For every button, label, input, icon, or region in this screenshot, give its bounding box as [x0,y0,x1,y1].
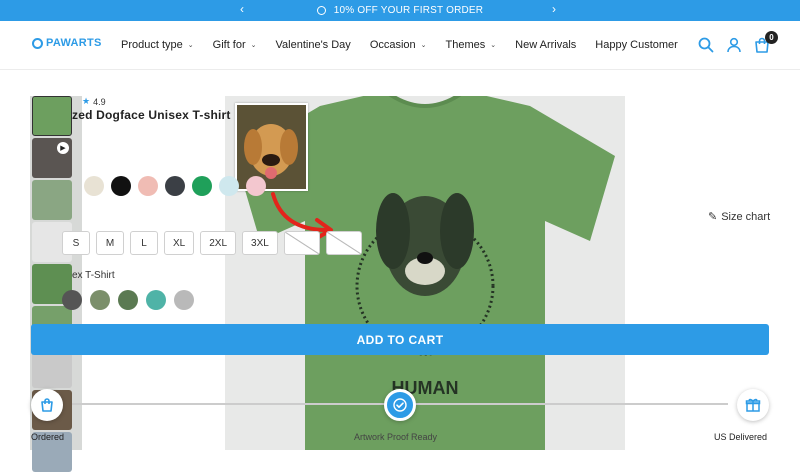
size-option[interactable]: M [96,231,124,255]
nav-item-label: Valentine's Day [275,39,351,51]
paw-logo-icon [32,37,43,49]
size-selector: S M L XL 2XL 3XL [62,231,362,255]
shopping-bag-icon [41,398,53,412]
nav-item-occasion[interactable]: Occasion ⌄ [370,39,427,51]
style-option-5[interactable] [174,290,194,310]
add-to-cart-button[interactable]: ADD TO CART [31,324,769,355]
account-icon[interactable] [726,37,742,53]
size-option[interactable]: L [130,231,158,255]
color-swatch-natural[interactable] [84,176,104,196]
size-option[interactable]: S [62,231,90,255]
color-swatch-light-blue[interactable] [219,176,239,196]
rating: ★ 4.9 [82,96,106,107]
delivered-step [737,389,769,421]
next-arrow-icon[interactable]: › [552,2,556,16]
thumbnail-3[interactable] [32,180,72,220]
style-option-3[interactable] [118,290,138,310]
nav-item-label: New Arrivals [515,39,577,51]
logo[interactable]: PAWARTS [32,37,102,49]
nav-item-label: Happy Customer [595,39,678,51]
tag-icon [316,6,326,15]
size-chart-link[interactable]: ✎ Size chart [708,210,771,224]
proof-label: Artwork Proof Ready [354,432,438,442]
nav-item-product-type[interactable]: Product type ⌄ [121,39,194,51]
size-option[interactable] [325,231,362,255]
nav-item-label: Occasion [369,39,416,51]
announcement-message: 10% OFF YOUR FIRST ORDER [316,5,484,16]
style-option-4[interactable] [146,290,166,310]
cart-count-badge: 0 [765,31,778,44]
size-option[interactable] [283,231,320,255]
color-swatches [84,176,266,196]
nav-item-label: Product type [121,39,183,51]
nav-item-label: Themes [445,39,486,51]
rating-value: 4.9 [93,96,106,107]
ordered-label: Ordered [31,432,65,442]
nav-item-happy-customer[interactable]: Happy Customer [595,39,678,51]
color-swatch-light-pink[interactable] [246,176,266,196]
style-options [62,290,194,310]
color-swatch-pink[interactable] [138,176,158,196]
nav-item-themes[interactable]: Themes ⌄ [446,39,497,51]
nav-item-valentine-s-day[interactable]: Valentine's Day [276,39,351,51]
chevron-down-icon: ⌄ [420,42,427,49]
nav-item-new-arrivals[interactable]: New Arrivals [515,39,576,51]
main-nav: Product type ⌄ Gift for ⌄ Valentine's Day Occ… [121,39,678,51]
delivered-label: US Delivered [714,432,768,442]
product-section: HUMAN ▶ ★ 4.9 zed Dogface Unisex T-shirt… [0,70,800,472]
style-option-1[interactable] [62,290,82,310]
size-chart-label: Size chart [721,210,771,223]
color-swatch-charcoal[interactable] [165,176,185,196]
chevron-down-icon: ⌄ [187,42,194,49]
thumbnail-2[interactable]: ▶ [32,138,72,178]
proof-step [384,389,416,421]
color-swatch-black[interactable] [111,176,131,196]
size-option[interactable]: 3XL [242,231,278,255]
size-option[interactable]: 2XL [200,231,237,255]
cart-icon[interactable]: 0 [754,31,778,53]
style-label: ex T-Shirt [72,270,115,281]
chevron-down-icon: ⌄ [250,42,257,49]
ordered-step [31,389,63,421]
product-title: zed Dogface Unisex T-shirt [72,108,231,122]
announcement-bar: ‹ 10% OFF YOUR FIRST ORDER › [0,0,800,21]
check-icon [393,398,407,412]
logo-text: PAWARTS [46,37,102,49]
style-option-2[interactable] [90,290,110,310]
chevron-down-icon: ⌄ [490,42,497,49]
color-swatch-green[interactable] [192,176,212,196]
nav-item-label: Gift for [212,39,246,51]
thumbnail-1[interactable] [32,96,72,136]
ruler-icon: ✎ [708,211,718,223]
play-icon: ▶ [57,142,69,154]
gift-icon [745,398,761,412]
star-icon: ★ [82,96,91,106]
prev-arrow-icon[interactable]: ‹ [240,2,244,16]
site-header: PAWARTS Product type ⌄ Gift for ⌄ Valentine'… [0,21,800,70]
announcement-text: 10% OFF YOUR FIRST ORDER [333,5,484,16]
header-icons: 0 [698,31,778,53]
size-option[interactable]: XL [164,231,195,255]
search-icon[interactable] [698,37,714,53]
nav-item-gift-for[interactable]: Gift for ⌄ [213,39,257,51]
